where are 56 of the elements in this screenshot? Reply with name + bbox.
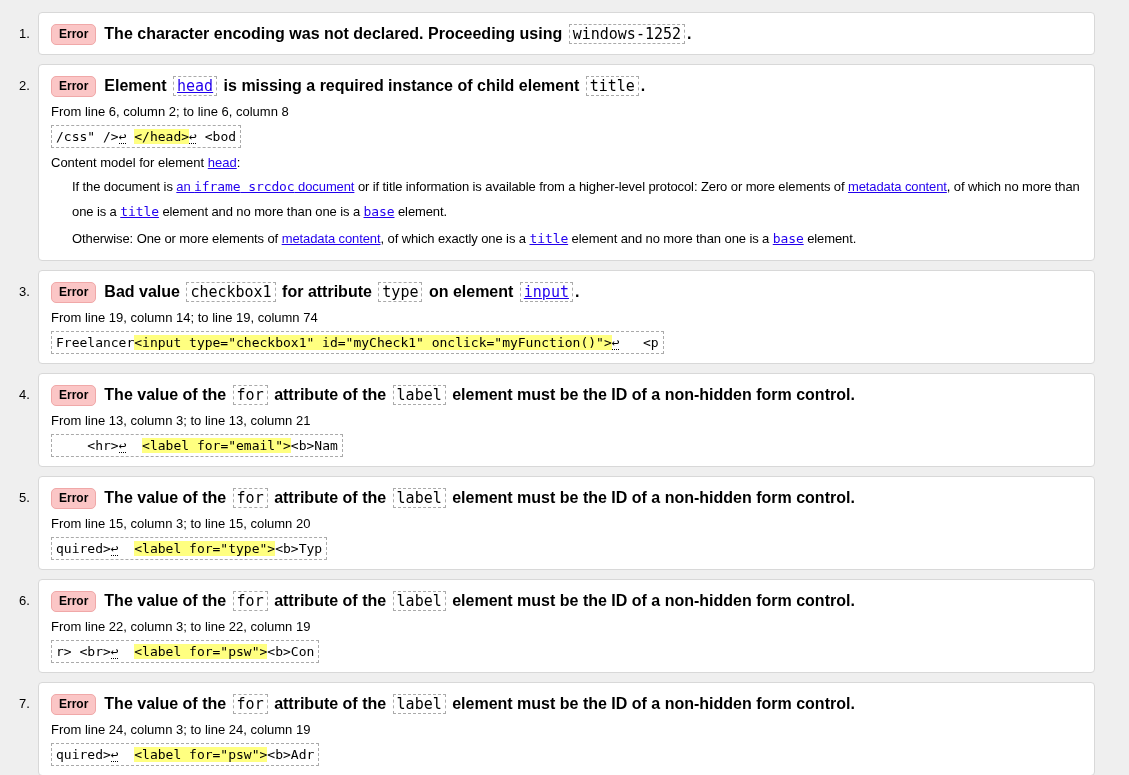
error-message: The value of the for attribute of the label element must be the ID of a non-hidden form control. xyxy=(104,487,855,509)
error-message: The value of the for attribute of the label element must be the ID of a non-hidden form control. xyxy=(104,384,855,406)
content-model-text: If the document is an iframe srcdoc document or if title information is available from a higher-level protocol: Zero or more elements of metadata content, of which no more than one is a title element and no more than one is a base element. xyxy=(72,178,1081,221)
code-term: type xyxy=(378,282,423,302)
content-model-heading: Content model for element head: xyxy=(51,154,242,172)
link[interactable]: head xyxy=(207,155,237,170)
content-model-text: Otherwise: One or more elements of metadata content, of which exactly one is a title element and no more than one is a base element. xyxy=(72,230,858,248)
error-badge: Error xyxy=(51,487,97,509)
error-badge: Error xyxy=(51,281,97,303)
code-term: label xyxy=(392,694,446,714)
link[interactable]: an iframe srcdoc document xyxy=(176,179,355,194)
error-badge: Error xyxy=(51,590,97,612)
location-text: From line 6, column 2; to line 6, column 8 xyxy=(51,104,290,120)
error-message: Bad value checkbox1 for attribute type on element input . xyxy=(104,281,580,303)
item-number: 4. xyxy=(18,386,31,404)
code-term: checkbox1 xyxy=(186,282,276,302)
location-text: From line 19, column 14; to line 19, column 74 xyxy=(51,310,319,326)
code-term: for xyxy=(232,694,268,714)
code-term: label xyxy=(392,591,446,611)
code-extract: r> <br>↩ <label for="psw"><b>Con xyxy=(51,640,320,663)
error-badge: Error xyxy=(51,75,97,97)
code-term: for xyxy=(232,488,268,508)
error-badge: Error xyxy=(51,384,97,406)
code-term: label xyxy=(392,488,446,508)
error-message: Element head is missing a required instance of child element title . xyxy=(104,75,646,97)
link[interactable]: title xyxy=(120,204,159,219)
error-message: The value of the for attribute of the label element must be the ID of a non-hidden form control. xyxy=(104,590,855,612)
code-term: label xyxy=(392,385,446,405)
link[interactable]: metadata content xyxy=(281,231,381,246)
code-term: title xyxy=(585,76,639,96)
item-number: 3. xyxy=(18,283,31,301)
error-message: The value of the for attribute of the label element must be the ID of a non-hidden form control. xyxy=(104,693,855,715)
item-number: 5. xyxy=(18,489,31,507)
code-term: windows-1252 xyxy=(568,24,686,44)
code-extract: quired>↩ <label for="type"><b>Typ xyxy=(51,537,328,560)
link[interactable]: metadata content xyxy=(848,179,947,194)
code-term: for xyxy=(232,385,268,405)
code-extract: quired>↩ <label for="psw"><b>Adr xyxy=(51,743,320,766)
item-number: 7. xyxy=(18,695,31,713)
link[interactable]: base xyxy=(772,231,804,246)
code-extract: /css" />↩ </head>↩ <bod xyxy=(51,125,242,148)
location-text: From line 15, column 3; to line 15, column 20 xyxy=(51,516,312,532)
item-number: 6. xyxy=(18,592,31,610)
location-text: From line 22, column 3; to line 22, column 19 xyxy=(51,619,312,635)
item-number: 1. xyxy=(18,25,31,43)
location-text: From line 24, column 3; to line 24, column 19 xyxy=(51,722,312,738)
error-message: The character encoding was not declared. Proceeding using windows-1252 . xyxy=(104,23,692,45)
location-text: From line 13, column 3; to line 13, column 21 xyxy=(51,413,312,429)
error-badge: Error xyxy=(51,23,97,45)
link[interactable]: base xyxy=(363,204,395,219)
code-term: for xyxy=(232,591,268,611)
error-badge: Error xyxy=(51,693,97,715)
item-number: 2. xyxy=(18,77,31,95)
code-extract: <hr>↩ <label for="email"><b>Nam xyxy=(51,434,343,457)
link[interactable]: title xyxy=(529,231,569,246)
code-extract: Freelancer<input type="checkbox1" id="myCheck1" onclick="myFunction()">↩ <p xyxy=(51,331,664,354)
